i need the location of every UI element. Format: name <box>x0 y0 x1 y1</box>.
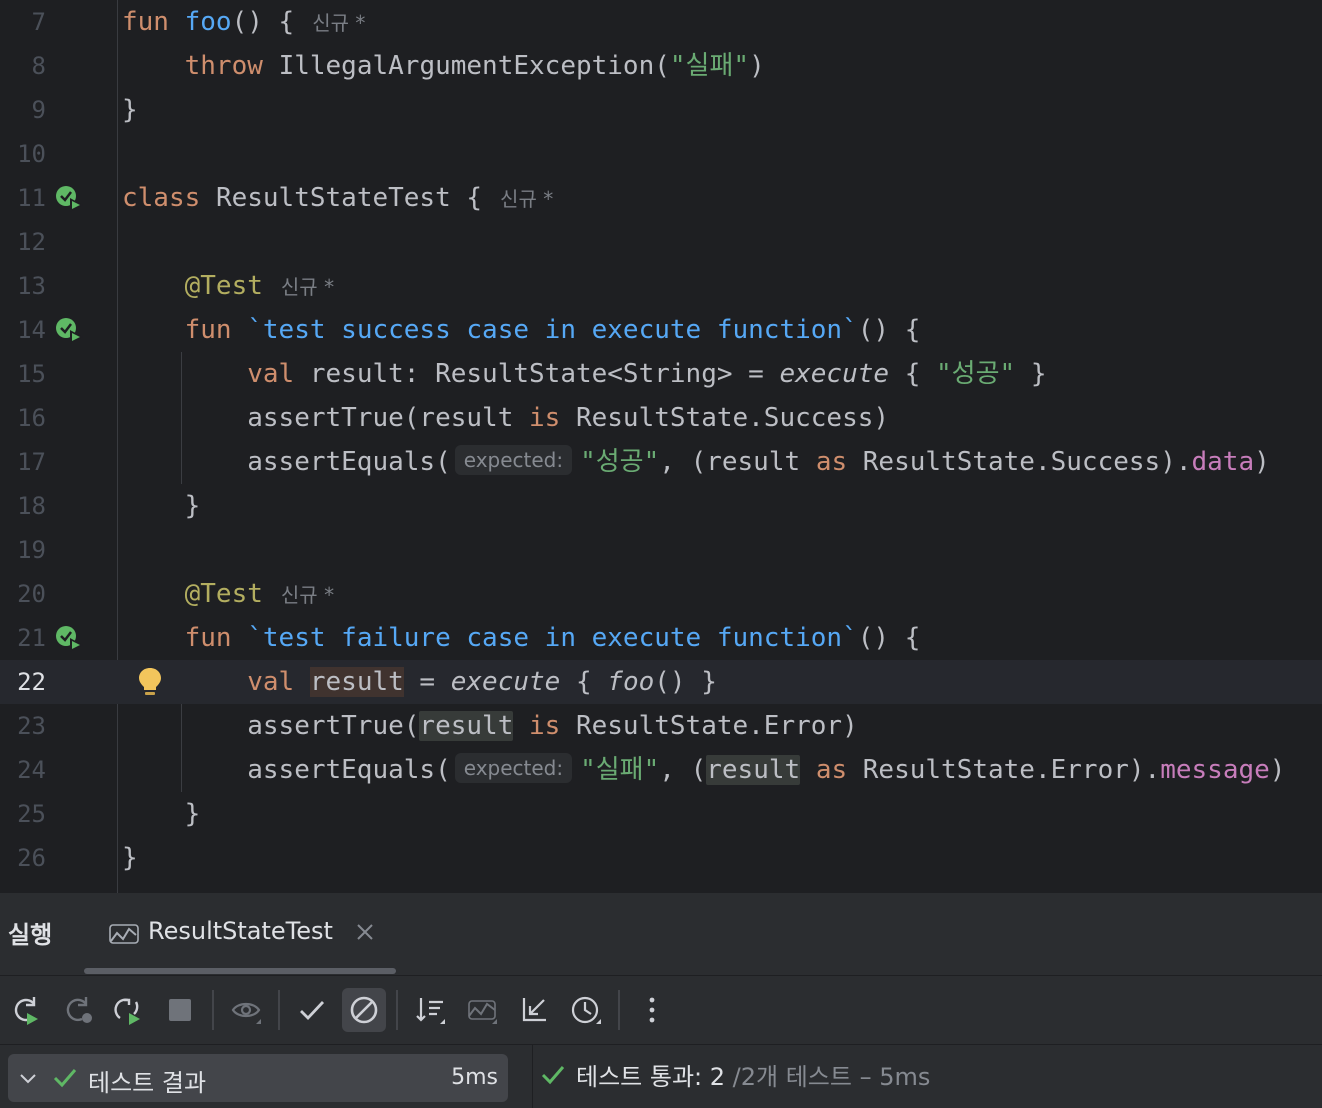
more-button[interactable] <box>630 988 674 1032</box>
code-line[interactable]: 15 val result: ResultState<String> = exe… <box>0 352 1322 396</box>
tab-result-state-test[interactable]: ResultStateTest <box>84 893 396 975</box>
line-number: 10 <box>17 140 46 168</box>
toggle-auto-test-button[interactable] <box>106 988 150 1032</box>
code-line[interactable]: 26 } <box>0 836 1322 880</box>
toolbar-separator <box>278 990 280 1030</box>
code-editor[interactable]: 7 fun foo() {신규 * 8 throw IllegalArgumen… <box>0 0 1322 893</box>
show-ignored-toggle[interactable] <box>342 988 386 1032</box>
code-line[interactable]: 8 throw IllegalArgumentException("실패") <box>0 44 1322 88</box>
collapse-button[interactable] <box>512 988 556 1032</box>
line-number: 17 <box>17 448 46 476</box>
line-number: 20 <box>17 580 46 608</box>
check-icon <box>300 1001 325 1021</box>
toolbar-separator <box>212 990 214 1030</box>
test-tree: 테스트 결과 5ms <box>0 1045 533 1108</box>
author-lens[interactable]: 신규 * <box>281 275 334 299</box>
line-number: 21 <box>17 624 46 652</box>
line-number: 19 <box>17 536 46 564</box>
code-line[interactable]: 14 fun `test success case in execute fun… <box>0 308 1322 352</box>
parameter-hint: expected: <box>454 753 573 783</box>
close-icon[interactable] <box>354 921 376 943</box>
run-tool-header: 실행 ResultStateTest <box>0 893 1322 975</box>
passed-check-icon <box>53 1069 77 1088</box>
code-line[interactable]: 13 @Test 신규 * <box>0 264 1322 308</box>
test-config-icon <box>109 924 139 944</box>
line-number: 23 <box>17 712 46 740</box>
code-line[interactable]: 11 class ResultStateTest {신규 * <box>0 176 1322 220</box>
show-passed-toggle[interactable] <box>290 988 334 1032</box>
compare-button[interactable] <box>460 988 504 1032</box>
run-toolbar <box>0 976 1322 1044</box>
cancel-icon <box>350 996 378 1024</box>
stop-button[interactable] <box>158 988 202 1032</box>
line-number: 18 <box>17 492 46 520</box>
eye-icon <box>231 1002 261 1024</box>
code-line[interactable]: 16 assertTrue(result is ResultState.Succ… <box>0 396 1322 440</box>
line-number: 7 <box>31 8 46 36</box>
line-number: 24 <box>17 756 46 784</box>
rerun-icon <box>14 997 38 1025</box>
line-number: 13 <box>17 272 46 300</box>
line-number: 26 <box>17 844 46 872</box>
line-number: 14 <box>17 316 46 344</box>
run-test-passed-icon[interactable] <box>55 317 85 345</box>
code-line-current[interactable]: 22 val result = execute { foo() } <box>0 660 1322 704</box>
code-line[interactable]: 10 <box>0 132 1322 176</box>
line-number: 16 <box>17 404 46 432</box>
stop-icon <box>169 999 191 1021</box>
run-tool-window: 실행 ResultStateTest 테스트 결과 5ms 테스트 통과: 2 … <box>0 893 1322 1108</box>
test-tree-root[interactable]: 테스트 결과 5ms <box>8 1054 508 1102</box>
rerun-button[interactable] <box>4 988 48 1032</box>
diff-icon <box>468 1000 497 1024</box>
history-icon <box>571 996 601 1024</box>
test-tree-duration: 5ms <box>451 1065 498 1090</box>
code-line[interactable]: 21 fun `test failure case in execute fun… <box>0 616 1322 660</box>
tab-label: ResultStateTest <box>148 917 333 945</box>
active-tab-indicator <box>84 968 396 974</box>
test-status-sub: /2개 테스트 – 5ms <box>732 1063 931 1091</box>
code-line[interactable]: 18 } <box>0 484 1322 528</box>
code-line[interactable]: 24 assertEquals(expected: "실패", (result a… <box>0 748 1322 792</box>
line-number: 22 <box>17 668 46 696</box>
code-line[interactable]: 20 @Test 신규 * <box>0 572 1322 616</box>
line-number: 8 <box>31 52 46 80</box>
chevron-down-icon[interactable] <box>18 1068 38 1088</box>
line-number: 25 <box>17 800 46 828</box>
code-line[interactable]: 19 <box>0 528 1322 572</box>
author-lens[interactable]: 신규 * <box>500 187 553 211</box>
more-icon <box>649 997 655 1023</box>
run-tool-title: 실행 <box>8 921 53 949</box>
toggle-auto-test-icon <box>114 998 140 1025</box>
author-lens[interactable]: 신규 * <box>281 583 334 607</box>
sort-icon <box>416 998 445 1024</box>
toolbar-separator <box>396 990 398 1030</box>
code-line[interactable]: 7 fun foo() {신규 * <box>0 0 1322 44</box>
run-test-passed-icon[interactable] <box>55 625 85 653</box>
code-line[interactable]: 25 } <box>0 792 1322 836</box>
line-number: 12 <box>17 228 46 256</box>
parameter-hint: expected: <box>454 445 573 475</box>
run-test-passed-icon[interactable] <box>55 185 85 213</box>
sort-button[interactable] <box>408 988 452 1032</box>
code-line[interactable]: 23 assertTrue(result is ResultState.Erro… <box>0 704 1322 748</box>
show-passed-button[interactable] <box>224 988 268 1032</box>
passed-check-icon <box>541 1066 565 1085</box>
test-tree-label: 테스트 결과 <box>88 1069 207 1097</box>
code-line[interactable]: 17 assertEquals(expected: "성공", (result a… <box>0 440 1322 484</box>
line-number: 15 <box>17 360 46 388</box>
toolbar-separator <box>618 990 620 1030</box>
code-line[interactable]: 12 <box>0 220 1322 264</box>
collapse-icon <box>522 998 546 1022</box>
line-number: 9 <box>31 96 46 124</box>
line-number: 11 <box>17 184 46 212</box>
test-status-main: 테스트 통과: 2 <box>576 1063 726 1091</box>
rerun-failed-button[interactable] <box>56 988 100 1032</box>
author-lens[interactable]: 신규 * <box>312 11 365 35</box>
test-status: 테스트 통과: 2 /2개 테스트 – 5ms <box>540 1057 930 1092</box>
history-button[interactable] <box>564 988 608 1032</box>
rerun-failed-icon <box>66 997 92 1023</box>
code-line[interactable]: 9 } <box>0 88 1322 132</box>
